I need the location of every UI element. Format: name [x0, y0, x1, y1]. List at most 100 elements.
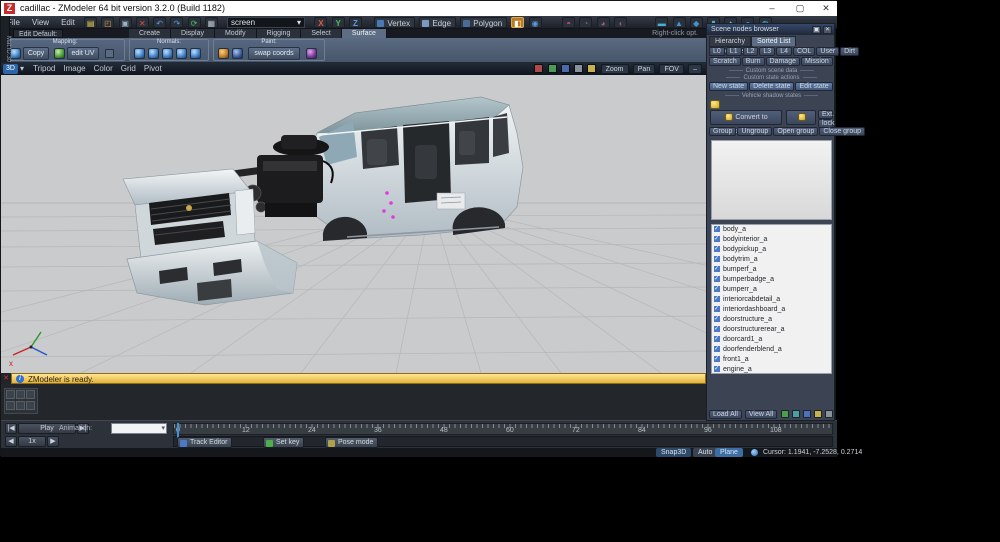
uv-channel-icon[interactable]: [105, 49, 114, 58]
palette-button[interactable]: [6, 390, 15, 399]
snap-plane-toggle[interactable]: Plane: [715, 448, 743, 457]
panel-float-button[interactable]: ▣: [812, 26, 821, 34]
redo-icon[interactable]: ↷: [170, 17, 183, 28]
lod-state-button[interactable]: COL: [793, 47, 815, 56]
minimize-button[interactable]: –: [759, 1, 785, 16]
object-name[interactable]: interiordashboard_a: [723, 306, 785, 313]
delete-icon[interactable]: ✕: [136, 17, 149, 28]
vertex-mode-button[interactable]: Vertex: [374, 17, 415, 28]
save-icon[interactable]: ▣: [119, 17, 132, 28]
object-visibility-checkbox[interactable]: [714, 306, 720, 312]
uv-mapper-icon[interactable]: ◧: [511, 17, 524, 28]
axis-z-toggle[interactable]: Z: [349, 17, 362, 28]
list-item[interactable]: doorcard1_a: [712, 335, 831, 345]
state-action-button[interactable]: New state: [709, 82, 748, 91]
object-name[interactable]: bumperf_a: [723, 266, 756, 273]
message-close-button[interactable]: ✕: [1, 373, 11, 384]
group-action-button[interactable]: Close group: [819, 127, 865, 136]
polygon-mode-button[interactable]: Polygon: [460, 17, 507, 28]
lod-state-button[interactable]: User: [816, 47, 839, 56]
lod-state-button[interactable]: L2: [743, 47, 759, 56]
viewport-menu-item[interactable]: Grid: [121, 64, 136, 73]
ribbon-tab[interactable]: Create: [129, 29, 171, 38]
world-space-icon[interactable]: [751, 449, 758, 456]
pose-mode-toggle[interactable]: Pose mode: [325, 437, 378, 448]
edge-mode-button[interactable]: Edge: [419, 17, 456, 28]
list-item[interactable]: bodypickup_a: [712, 245, 831, 255]
object-name[interactable]: bodypickup_a: [723, 246, 766, 253]
convert-to-compound-button[interactable]: Convert to Compound: [710, 110, 782, 125]
damage-state-button[interactable]: Scratch: [709, 57, 741, 66]
object-visibility-checkbox[interactable]: [714, 286, 720, 292]
ribbon-tab[interactable]: Surface: [342, 29, 387, 38]
list-item[interactable]: bumperr_a: [712, 285, 831, 295]
object-visibility-checkbox[interactable]: [714, 336, 720, 342]
object-name[interactable]: doorcard1_a: [723, 336, 762, 343]
group-action-button[interactable]: Open group: [773, 127, 818, 136]
playback-speed-button[interactable]: 1x: [18, 436, 46, 447]
display-settings-icon[interactable]: ▦: [205, 17, 218, 28]
view-type-button[interactable]: 3D: [3, 64, 18, 74]
shading-red-icon[interactable]: [534, 64, 543, 73]
axis-y-toggle[interactable]: Y: [332, 17, 345, 28]
primitive-cube-icon[interactable]: ◆: [690, 17, 703, 28]
pan-button[interactable]: Pan: [633, 64, 655, 74]
go-first-frame-button[interactable]: |◀: [5, 423, 17, 434]
object-visibility-checkbox[interactable]: [714, 256, 720, 262]
shadow-state-icon[interactable]: [710, 100, 720, 109]
undo-icon[interactable]: ↶: [153, 17, 166, 28]
step-back-button[interactable]: ◀: [5, 436, 17, 447]
normals-smooth-icon[interactable]: [176, 48, 187, 59]
lod-state-button[interactable]: L1: [726, 47, 742, 56]
normals-harden-icon[interactable]: [190, 48, 201, 59]
state-action-button[interactable]: Delete state: [749, 82, 794, 91]
object-name[interactable]: doorfenderblend_a: [723, 346, 782, 353]
paint-brush-icon[interactable]: [232, 48, 243, 59]
object-name[interactable]: bumperbadge_a: [723, 276, 774, 283]
lod-state-button[interactable]: Dirt: [840, 47, 859, 56]
refresh-icon[interactable]: ⟳: [188, 17, 201, 28]
object-visibility-checkbox[interactable]: [714, 266, 720, 272]
object-visibility-checkbox[interactable]: [714, 226, 720, 232]
list-item[interactable]: doorfenderblend_a: [712, 345, 831, 355]
list-item[interactable]: body_a: [712, 225, 831, 235]
show-gray-icon[interactable]: [825, 410, 833, 418]
object-visibility-checkbox[interactable]: [714, 296, 720, 302]
fov-button[interactable]: FOV: [659, 64, 683, 74]
viewport-menu-item[interactable]: Pivot: [144, 64, 162, 73]
panel-tab[interactable]: Sorted List: [751, 36, 796, 46]
object-name[interactable]: interiorcabdetail_a: [723, 296, 780, 303]
object-visibility-checkbox[interactable]: [714, 246, 720, 252]
show-green-icon[interactable]: [781, 410, 789, 418]
swap-coords-button[interactable]: swap coords: [248, 47, 300, 60]
axis-x-toggle[interactable]: X: [314, 17, 327, 28]
ext-button[interactable]: Ext.: [818, 110, 833, 119]
track-editor-toggle[interactable]: Track Editor: [177, 437, 232, 448]
maximize-button[interactable]: ▢: [787, 1, 813, 16]
show-yellow-icon[interactable]: [814, 410, 822, 418]
object-name[interactable]: doorstructurerear_a: [723, 326, 784, 333]
primitive-cone-icon[interactable]: ▲: [673, 17, 686, 28]
object-name[interactable]: doorstructure_a: [723, 316, 772, 323]
object-name[interactable]: body_a: [723, 226, 746, 233]
palette-button[interactable]: [16, 390, 25, 399]
panel-tab[interactable]: Hierarchy: [709, 36, 751, 46]
snap3d-toggle[interactable]: Snap3D: [656, 448, 691, 457]
menu-item[interactable]: View: [26, 16, 55, 29]
state-action-button[interactable]: Edit state: [795, 82, 832, 91]
object-visibility-checkbox[interactable]: [714, 316, 720, 322]
object-visibility-checkbox[interactable]: [714, 326, 720, 332]
damage-state-button[interactable]: Mission: [801, 57, 833, 66]
shading-blue-icon[interactable]: [561, 64, 570, 73]
shading-green-icon[interactable]: [548, 64, 557, 73]
object-visibility-checkbox[interactable]: [714, 366, 720, 372]
open-folder-icon[interactable]: ◰: [101, 17, 114, 28]
view-dropdown-icon[interactable]: ▾: [20, 63, 24, 75]
palette-button[interactable]: [26, 401, 35, 410]
step-forward-button[interactable]: ▶: [47, 436, 59, 447]
object-name[interactable]: front1_a: [723, 356, 749, 363]
car-body-mesh[interactable]: [293, 97, 523, 241]
light-icon[interactable]: [587, 64, 596, 73]
view-all-button[interactable]: View All: [745, 410, 777, 419]
lod-state-button[interactable]: L3: [759, 47, 775, 56]
